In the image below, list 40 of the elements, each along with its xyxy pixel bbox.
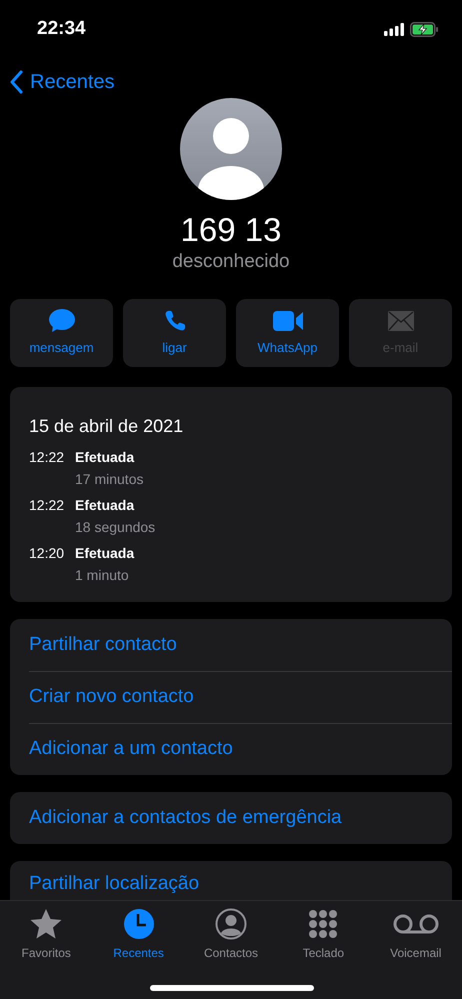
clock-icon (122, 908, 155, 940)
contact-subtitle: desconhecido (172, 250, 290, 274)
tab[interactable]: Voicemail (370, 907, 462, 962)
option-link[interactable]: Adicionar a contactos de emergência (29, 804, 342, 832)
video-call-button[interactable]: WhatsApp (236, 299, 339, 367)
contact-name: 169 13 (180, 210, 282, 250)
call-time: 12:22 (29, 496, 66, 515)
star-icon (29, 908, 64, 940)
tab[interactable]: Favoritos (0, 907, 92, 962)
battery-charging-icon (410, 22, 438, 36)
option-link[interactable]: Adicionar a um contacto (29, 735, 233, 764)
call-type: Efetuada (75, 496, 136, 514)
voicemail-icon (392, 914, 439, 934)
message-bubble-icon (48, 309, 74, 334)
person-circle-icon (214, 908, 247, 940)
video-camera-icon (272, 311, 302, 332)
tab[interactable]: Contactos (184, 907, 278, 962)
call-time: 12:20 (29, 544, 66, 563)
call-duration: 17 minutos (75, 470, 144, 488)
message-button[interactable]: mensagem (10, 299, 113, 367)
option-link[interactable]: Partilhar contacto (29, 630, 177, 660)
call-duration: 18 segundos (75, 518, 156, 536)
call-type: Efetuada (75, 448, 136, 466)
call-duration: 1 minuto (75, 566, 130, 584)
status-time: 22:34 (37, 16, 86, 41)
envelope-icon (388, 311, 414, 332)
keypad-icon (308, 909, 338, 939)
call-type: Efetuada (75, 544, 134, 562)
call-date: 15 de abril de 2021 (29, 415, 184, 438)
back-button[interactable]: Recentes (10, 67, 114, 97)
avatar-icon (180, 98, 282, 200)
call-button[interactable]: ligar (123, 299, 226, 367)
option-link[interactable]: Criar novo contacto (29, 683, 194, 712)
back-chevron-icon (10, 70, 24, 94)
phone-icon (164, 310, 186, 332)
call-time: 12:22 (29, 448, 66, 467)
signal-icon (384, 22, 404, 36)
tab[interactable]: Recentes (92, 907, 185, 962)
option-link[interactable]: Partilhar localização (29, 873, 200, 895)
tab[interactable]: Teclado (277, 907, 370, 962)
